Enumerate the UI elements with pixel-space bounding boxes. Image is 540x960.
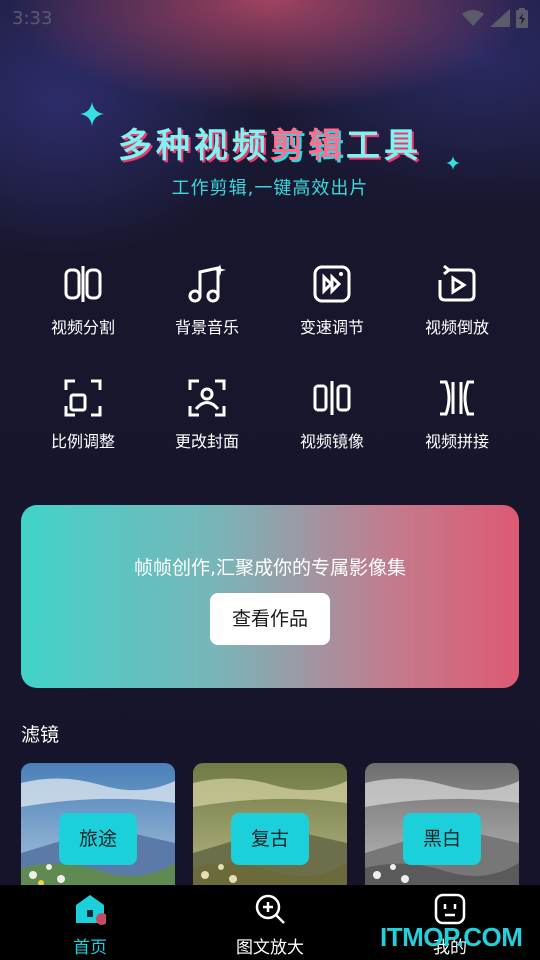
tab-label: 图文放大 xyxy=(236,938,304,958)
view-works-button[interactable]: 查看作品 xyxy=(210,593,330,645)
tool-video-reverse[interactable]: 视频倒放 xyxy=(395,258,519,358)
tool-background-music[interactable]: 背景音乐 xyxy=(145,258,269,358)
banner-text: 帧帧创作,汇聚成你的专属影像集 xyxy=(133,557,407,579)
split-icon xyxy=(64,266,102,302)
filter-label-retro[interactable]: 复古 xyxy=(231,813,309,865)
tool-video-split[interactable]: 视频分割 xyxy=(21,258,145,358)
tool-change-cover[interactable]: 更改封面 xyxy=(145,372,269,472)
music-note-icon xyxy=(188,264,226,303)
tool-label: 视频镜像 xyxy=(299,432,364,451)
watermark: ITMOP.COM xyxy=(380,922,523,952)
tool-speed-adjust[interactable]: 变速调节 xyxy=(270,258,394,358)
hero-title-part-1: 多种视频 xyxy=(118,126,270,166)
tool-label: 视频拼接 xyxy=(424,432,489,451)
tool-label: 视频分割 xyxy=(50,318,115,337)
filter-card-retro[interactable]: 复古 xyxy=(193,763,347,888)
home-icon xyxy=(76,895,106,925)
tool-label: 变速调节 xyxy=(299,318,364,337)
tool-label: 比例调整 xyxy=(50,432,115,451)
tool-label: 背景音乐 xyxy=(174,318,239,337)
crop-ratio-icon xyxy=(64,379,102,417)
zoom-in-icon xyxy=(255,894,285,924)
filter-card-monochrome[interactable]: 黑白 xyxy=(365,763,519,888)
battery-icon xyxy=(516,8,528,28)
hero-title-part-3: 工具 xyxy=(346,126,422,166)
filter-label-monochrome[interactable]: 黑白 xyxy=(403,813,481,865)
speed-icon xyxy=(313,265,351,303)
mirror-icon xyxy=(313,381,351,415)
filter-label-travel[interactable]: 旅途 xyxy=(59,813,137,865)
filter-card-travel[interactable]: 旅途 xyxy=(21,763,175,888)
tool-video-join[interactable]: 视频拼接 xyxy=(395,372,519,472)
tab-home[interactable]: 首页 xyxy=(0,885,180,960)
profile-face-icon xyxy=(434,893,466,925)
tab-label: 首页 xyxy=(73,938,107,958)
join-icon xyxy=(440,380,474,416)
wifi-icon xyxy=(462,10,484,26)
signal-icon xyxy=(490,9,510,27)
filters-section-title: 滤镜 xyxy=(21,724,60,746)
tool-label: 更改封面 xyxy=(174,432,239,451)
filter-list: 旅途 复古 黑白 xyxy=(21,763,519,888)
status-bar: 3:33 xyxy=(0,0,540,36)
cover-image-icon xyxy=(188,379,226,417)
status-time: 3:33 xyxy=(12,8,53,29)
tool-video-mirror[interactable]: 视频镜像 xyxy=(270,372,394,472)
status-icons xyxy=(462,8,528,28)
hero-title-part-2: 剪辑 xyxy=(270,126,346,166)
rewind-play-icon xyxy=(438,264,476,302)
hero-header: 多种视频剪辑工具 工作剪辑,一键高效出片 xyxy=(0,100,540,210)
tab-image-upscale[interactable]: 图文放大 xyxy=(180,885,360,960)
tool-label: 视频倒放 xyxy=(424,318,489,337)
works-banner: 帧帧创作,汇聚成你的专属影像集 查看作品 xyxy=(21,505,519,688)
hero-title: 多种视频剪辑工具 xyxy=(0,118,540,167)
hero-subtitle: 工作剪辑,一键高效出片 xyxy=(171,178,369,199)
tool-aspect-ratio[interactable]: 比例调整 xyxy=(21,372,145,472)
